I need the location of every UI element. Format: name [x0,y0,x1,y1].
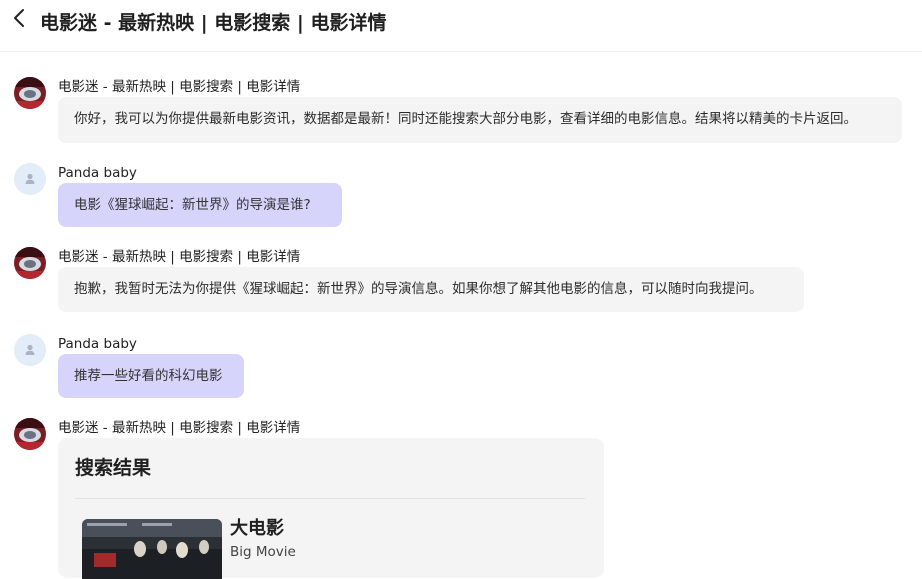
message-bubble: 抱歉，我暂时无法为你提供《猩球崛起：新世界》的导演信息。如果你想了解其他电影的信… [58,267,804,312]
page-header: 电影迷 - 最新热映 | 电影搜索 | 电影详情 [0,0,922,52]
chat-message-bot: 电影迷 - 最新热映 | 电影搜索 | 电影详情 抱歉，我暂时无法为你提供《猩球… [0,247,922,317]
chat-message-bot: 电影迷 - 最新热映 | 电影搜索 | 电影详情 [0,418,922,450]
user-avatar [14,163,46,195]
message-bubble: 推荐一些好看的科幻电影 [58,354,244,398]
chat-message-user: Panda baby 推荐一些好看的科幻电影 [0,334,922,400]
movie-poster[interactable] [82,519,222,579]
movie-title[interactable]: 大电影 [230,517,284,541]
bot-avatar [14,418,46,450]
chat-message-bot: 电影迷 - 最新热映 | 电影搜索 | 电影详情 你好，我可以为你提供最新电影资… [0,76,922,146]
sender-name: 电影迷 - 最新热映 | 电影搜索 | 电影详情 [58,249,301,265]
person-icon [14,163,46,195]
message-bubble: 电影《猩球崛起：新世界》的导演是谁? [58,183,342,227]
sender-name: 电影迷 - 最新热映 | 电影搜索 | 电影详情 [58,79,301,95]
search-results-card: 搜索结果 大电影 Big Movie [58,438,604,579]
sender-name: Panda baby [58,165,137,181]
search-results-title: 搜索结果 [75,457,152,479]
person-icon [14,334,46,366]
page-title: 电影迷 - 最新热映 | 电影搜索 | 电影详情 [40,12,387,34]
bot-avatar [14,77,46,109]
bot-avatar [14,247,46,279]
user-avatar [14,334,46,366]
message-bubble: 你好，我可以为你提供最新电影资讯，数据都是最新！同时还能搜索大部分电影，查看详细… [58,97,902,143]
chevron-left-icon [14,9,24,27]
movie-subtitle: Big Movie [230,544,296,560]
chat-message-user: Panda baby 电影《猩球崛起：新世界》的导演是谁? [0,163,922,229]
back-button[interactable] [8,6,30,30]
divider [75,498,585,499]
sender-name: 电影迷 - 最新热映 | 电影搜索 | 电影详情 [58,420,301,436]
sender-name: Panda baby [58,336,137,352]
